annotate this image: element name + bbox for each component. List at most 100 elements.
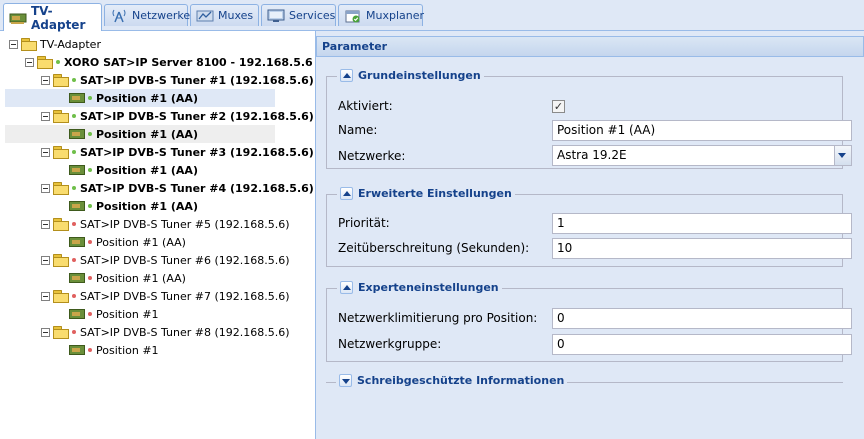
collapse-up-icon[interactable] (340, 281, 353, 294)
tree-tuner[interactable]: SAT>IP DVB-S Tuner #2 (192.168.5.6) (41, 107, 314, 125)
collapse-toggle-icon[interactable] (41, 291, 50, 301)
fieldset-legend[interactable]: Erweiterte Einstellungen (337, 187, 515, 200)
status-green-icon (88, 204, 92, 208)
folder-icon (53, 182, 69, 195)
tv-card-icon (69, 273, 85, 283)
tree-position[interactable]: Position #1 (AA) (69, 233, 186, 251)
adapter-tree: TV-Adapter XORO SAT>IP Server 8100 - 192… (0, 31, 316, 439)
tab-services[interactable]: Services (261, 4, 336, 26)
status-red-icon (72, 294, 76, 298)
status-red-icon (88, 240, 92, 244)
enabled-checkbox[interactable]: ✓ (552, 100, 565, 113)
fieldset-legend[interactable]: Schreibgeschützte Informationen (336, 374, 568, 387)
folder-icon (53, 254, 69, 267)
tree-position[interactable]: Position #1 (AA) (5, 125, 275, 143)
fieldset-legend[interactable]: Grundeinstellungen (337, 69, 484, 82)
tv-screen-icon (267, 9, 285, 23)
tree-tuner[interactable]: SAT>IP DVB-S Tuner #7 (192.168.5.6) (41, 287, 290, 305)
collapse-toggle-icon[interactable] (41, 75, 50, 85)
collapse-up-icon[interactable] (340, 69, 353, 82)
tree-position[interactable]: Position #1 (AA) (69, 197, 198, 215)
priority-label: Priorität: (338, 216, 390, 230)
status-green-icon (72, 78, 76, 82)
collapse-toggle-icon[interactable] (41, 327, 50, 337)
collapse-toggle-icon[interactable] (9, 39, 18, 49)
networks-select[interactable]: Astra 19.2E (552, 145, 852, 166)
fieldset-basic: Grundeinstellungen Aktiviert: ✓ Name: Po… (326, 69, 852, 169)
antenna-icon (110, 9, 128, 23)
status-red-icon (72, 330, 76, 334)
enabled-label: Aktiviert: (338, 99, 393, 113)
tab-label: Netzwerke (132, 9, 191, 22)
tv-card-icon (69, 237, 85, 247)
tree-root[interactable]: TV-Adapter (9, 35, 101, 53)
tv-card-icon (69, 309, 85, 319)
netlimit-input[interactable]: 0 (552, 308, 852, 329)
folder-icon (53, 326, 69, 339)
collapse-up-icon[interactable] (340, 187, 353, 200)
tv-card-icon (69, 201, 85, 211)
fieldset-advanced: Erweiterte Einstellungen Priorität: 1 Ze… (326, 187, 852, 267)
tree-position[interactable]: Position #1 (AA) (5, 89, 275, 107)
parameter-panel: Parameter Grundeinstellungen Aktiviert: … (316, 31, 864, 439)
collapse-toggle-icon[interactable] (41, 255, 50, 265)
netgroup-input[interactable]: 0 (552, 334, 852, 355)
timeout-input[interactable]: 10 (552, 238, 852, 259)
chevron-down-icon[interactable] (834, 146, 851, 165)
mux-icon (196, 9, 214, 23)
tree-tuner[interactable]: SAT>IP DVB-S Tuner #6 (192.168.5.6) (41, 251, 290, 269)
tv-card-icon (69, 129, 85, 139)
tree-label: XORO SAT>IP Server 8100 - 192.168.5.6 (64, 55, 313, 69)
tv-card-icon (9, 11, 27, 25)
tree-tuner[interactable]: SAT>IP DVB-S Tuner #4 (192.168.5.6) (41, 179, 314, 197)
timeout-label: Zeitüberschreitung (Sekunden): (338, 241, 530, 255)
folder-icon (53, 110, 69, 123)
panel-title: Parameter (316, 36, 864, 57)
name-label: Name: (338, 123, 378, 137)
tab-muxplaner[interactable]: Muxplaner (338, 4, 425, 26)
tree-label: TV-Adapter (40, 37, 101, 51)
tree-tuner[interactable]: SAT>IP DVB-S Tuner #1 (192.168.5.6) (41, 71, 314, 89)
folder-icon (53, 74, 69, 87)
networks-label: Netzwerke: (338, 149, 406, 163)
tab-muxes[interactable]: Muxes (190, 4, 259, 26)
expand-down-icon[interactable] (339, 374, 352, 387)
tree-server[interactable]: XORO SAT>IP Server 8100 - 192.168.5.6 (25, 53, 313, 71)
collapse-toggle-icon[interactable] (41, 219, 50, 229)
tab-tv-adapter[interactable]: TV-Adapter (3, 3, 102, 32)
collapse-toggle-icon[interactable] (41, 147, 50, 157)
folder-icon (37, 56, 53, 69)
status-green-icon (56, 60, 60, 64)
tab-bar: TV-Adapter Netzwerke Muxes Services Muxp… (0, 0, 864, 32)
status-green-icon (72, 150, 76, 154)
folder-icon (53, 218, 69, 231)
status-red-icon (88, 276, 92, 280)
status-red-icon (88, 348, 92, 352)
tab-label: Muxplaner (366, 9, 425, 22)
tree-tuner[interactable]: SAT>IP DVB-S Tuner #5 (192.168.5.6) (41, 215, 290, 233)
netlimit-label: Netzwerklimitierung pro Position: (338, 311, 538, 325)
tree-position[interactable]: Position #1 (69, 341, 159, 359)
collapse-toggle-icon[interactable] (41, 183, 50, 193)
collapse-toggle-icon[interactable] (25, 57, 34, 67)
tree-position[interactable]: Position #1 (69, 305, 159, 323)
calendar-check-icon (344, 9, 362, 23)
tv-card-icon (69, 345, 85, 355)
tab-netzwerke[interactable]: Netzwerke (104, 4, 191, 26)
status-green-icon (88, 96, 92, 100)
name-input[interactable]: Position #1 (AA) (552, 120, 852, 141)
fieldset-expert: Experteneinstellungen Netzwerklimitierun… (326, 281, 852, 362)
status-green-icon (88, 168, 92, 172)
status-green-icon (72, 114, 76, 118)
tree-tuner[interactable]: SAT>IP DVB-S Tuner #8 (192.168.5.6) (41, 323, 290, 341)
folder-icon (21, 38, 37, 51)
fieldset-legend[interactable]: Experteneinstellungen (337, 281, 502, 294)
tree-tuner[interactable]: SAT>IP DVB-S Tuner #3 (192.168.5.6) (41, 143, 314, 161)
priority-input[interactable]: 1 (552, 213, 852, 234)
tree-position[interactable]: Position #1 (AA) (69, 161, 198, 179)
tab-label: Services (289, 9, 336, 22)
tab-label: Muxes (218, 9, 254, 22)
collapse-toggle-icon[interactable] (41, 111, 50, 121)
tree-position[interactable]: Position #1 (AA) (69, 269, 186, 287)
tab-label: TV-Adapter (31, 3, 86, 32)
